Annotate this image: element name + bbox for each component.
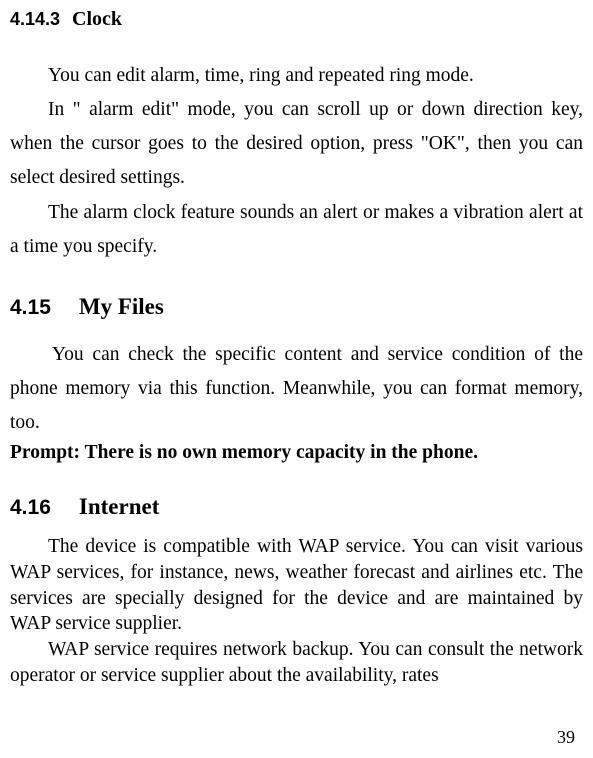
page-number: 39 (557, 727, 575, 748)
section-clock: 4.14.3 Clock You can edit alarm, time, r… (10, 8, 583, 264)
paragraph: The alarm clock feature sounds an alert … (10, 196, 583, 264)
paragraph: WAP service requires network backup. You… (10, 637, 583, 688)
paragraph: You can edit alarm, time, ring and repea… (10, 59, 583, 93)
section-heading-myfiles: 4.15 My Files (10, 294, 583, 320)
section-heading-clock: 4.14.3 Clock (10, 8, 583, 31)
section-title: Clock (72, 8, 122, 30)
section-number: 4.15 (10, 296, 51, 319)
paragraph: You can check the specific content and s… (10, 338, 583, 440)
section-myfiles: 4.15 My Files You can check the specific… (10, 294, 583, 464)
paragraph: The device is compatible with WAP servic… (10, 534, 583, 637)
section-number: 4.16 (10, 496, 51, 519)
section-title: My Files (79, 294, 164, 319)
section-number: 4.14.3 (10, 9, 60, 29)
prompt-text: Prompt: There is no own memory capacity … (10, 442, 583, 464)
section-internet: 4.16 Internet The device is compatible w… (10, 494, 583, 688)
section-title: Internet (79, 494, 159, 519)
paragraph: In " alarm edit" mode, you can scroll up… (10, 93, 583, 195)
section-heading-internet: 4.16 Internet (10, 494, 583, 520)
